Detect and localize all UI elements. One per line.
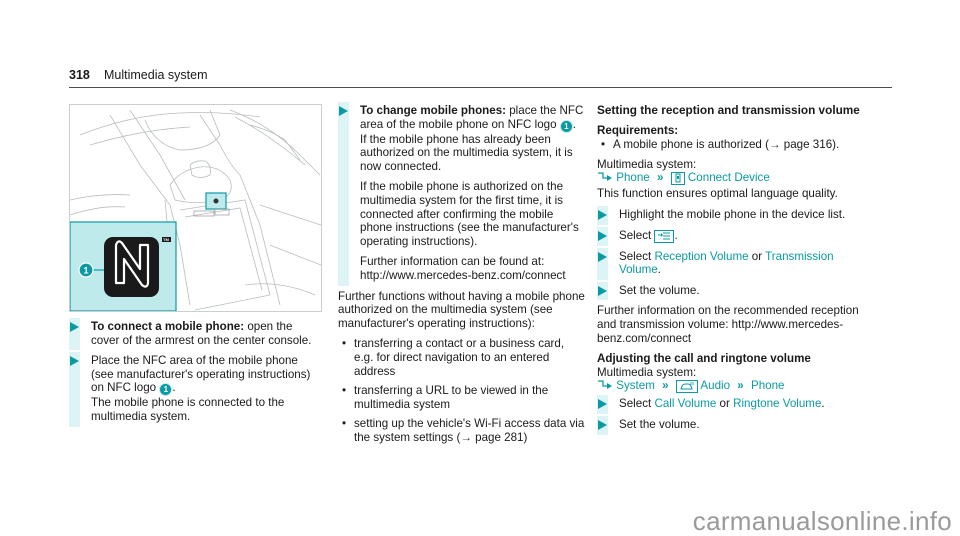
requirements-label: Requirements: xyxy=(597,123,679,137)
menu-path-system-item[interactable]: System xyxy=(616,379,655,392)
step-arrow-icon xyxy=(598,285,607,296)
step-place-nfc: Place the NFC area of the mobile phone (… xyxy=(69,352,321,427)
menu-path-arrow-icon xyxy=(597,171,613,185)
page-header: 318 Multimedia system xyxy=(69,65,892,88)
connect-device-icon xyxy=(670,172,685,186)
armrest-nfc-illustration: TM 1 xyxy=(69,104,322,312)
menu-path-phone[interactable]: Phone xyxy=(616,171,650,184)
step-connect-phone: To connect a mobile phone: open the cove… xyxy=(69,318,321,351)
step-set-volume: Set the volume. xyxy=(597,281,877,301)
page-number: 318 xyxy=(69,68,90,82)
call-volume-option[interactable]: Call Volume xyxy=(654,397,716,410)
double-chevron-icon: » xyxy=(657,171,664,185)
step-arrow-icon xyxy=(339,106,348,116)
menu-path-arrow-icon xyxy=(597,379,613,393)
step-select-volume-type: Select Reception Volume or Transmission … xyxy=(597,247,877,280)
step-arrow-icon xyxy=(598,230,607,241)
console-drawing: TM 1 xyxy=(70,109,321,311)
column-1: To connect a mobile phone: open the cove… xyxy=(69,318,321,431)
double-chevron-icon: » xyxy=(662,379,669,393)
step-change-phones: To change mobile phones: place the NFC a… xyxy=(338,102,586,286)
callout-1-icon: 1 xyxy=(159,383,173,397)
functions-intro: Further functions without having a mobil… xyxy=(338,289,585,330)
further-info-volume: Further information on the recommended r… xyxy=(597,304,859,345)
reception-volume-option[interactable]: Reception Volume xyxy=(654,250,748,263)
list-item: • transferring a contact or a business ca… xyxy=(342,337,565,378)
step-arrow-icon xyxy=(70,322,79,332)
step-result: The mobile phone is connected to the mul… xyxy=(91,396,285,423)
step-arrow-icon xyxy=(598,251,607,262)
options-menu-icon[interactable] xyxy=(654,229,675,243)
audio-car-icon xyxy=(675,380,698,394)
menu-path-system: System » Audio » Phone xyxy=(597,379,877,394)
heading-call-ringtone-volume: Adjusting the call and ringtone volume xyxy=(597,352,811,366)
step-arrow-icon xyxy=(598,209,607,220)
multimedia-label: Multimedia system: xyxy=(597,365,697,379)
double-chevron-icon: » xyxy=(737,379,744,393)
heading-reception-volume: Setting the reception and transmission v… xyxy=(597,103,860,117)
step-arrow-icon xyxy=(598,399,607,410)
step-arrow-icon xyxy=(70,356,79,367)
menu-path-audio[interactable]: Audio xyxy=(700,379,730,392)
step-highlight-phone: Highlight the mobile phone in the device… xyxy=(597,205,877,225)
menu-path-phone[interactable]: Phone xyxy=(751,379,785,392)
multimedia-label: Multimedia system: xyxy=(597,157,697,171)
ringtone-volume-option[interactable]: Ringtone Volume xyxy=(733,397,821,410)
step-select-options: Select . xyxy=(597,226,877,246)
step-arrow-icon xyxy=(598,419,607,430)
nfc-logo-icon xyxy=(104,237,159,297)
column-3: Setting the reception and transmission v… xyxy=(597,103,877,439)
callout-1-icon: 1 xyxy=(559,119,573,133)
further-info-link: Further information can be found at: htt… xyxy=(360,255,566,282)
list-item: • A mobile phone is authorized (→ page 31… xyxy=(601,138,840,152)
step-set-volume: Set the volume. xyxy=(597,415,877,435)
list-item: • setting up the vehicle's Wi-Fi access d… xyxy=(342,417,585,444)
list-item: • transferring a URL to be viewed in the … xyxy=(342,384,549,411)
menu-path-connect-device[interactable]: Connect Device xyxy=(688,171,770,184)
svg-text:1: 1 xyxy=(83,266,88,276)
section-title: Multimedia system xyxy=(104,68,208,82)
menu-path-phone: Phone » Connect Device xyxy=(597,171,877,186)
step-select-call-volume: Select Call Volume or Ringtone Volume. xyxy=(597,395,877,414)
column-2: To change mobile phones: place the NFC a… xyxy=(338,102,586,450)
svg-text:TM: TM xyxy=(163,237,169,242)
function-info: This function ensures optimal language q… xyxy=(597,187,838,201)
watermark: carmanualsonline.info xyxy=(692,506,952,536)
